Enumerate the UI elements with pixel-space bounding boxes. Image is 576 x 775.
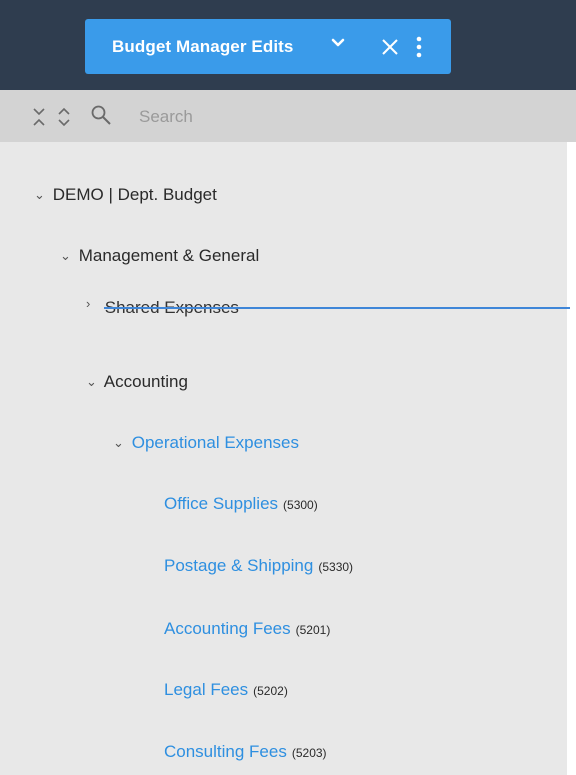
tree-node-accounting[interactable]: ⌄ Accounting bbox=[86, 370, 188, 394]
chevron-down-icon[interactable] bbox=[331, 36, 345, 50]
account-name[interactable]: Office Supplies bbox=[164, 494, 278, 513]
chevron-down-icon[interactable]: ⌄ bbox=[34, 183, 48, 207]
chevron-down-icon[interactable]: ⌄ bbox=[86, 370, 100, 394]
search-input[interactable] bbox=[137, 102, 561, 132]
tree-node-label: DEMO | Dept. Budget bbox=[52, 185, 217, 204]
tree-node-root[interactable]: ⌄ DEMO | Dept. Budget bbox=[34, 183, 217, 207]
account-code: (5300) bbox=[283, 498, 318, 512]
collapse-all-icon[interactable] bbox=[31, 106, 47, 128]
tree-node-label: Accounting bbox=[103, 372, 188, 391]
tree-leaf-legal-fees[interactable]: Legal Fees (5202) bbox=[164, 678, 288, 702]
chevron-right-icon[interactable]: › bbox=[86, 292, 100, 316]
tree-node-operational-expenses[interactable]: ⌄ Operational Expenses bbox=[113, 431, 299, 455]
search-icon[interactable] bbox=[90, 104, 112, 126]
tree-toolbar bbox=[0, 90, 576, 142]
tree-leaf-consulting-fees[interactable]: Consulting Fees (5203) bbox=[164, 740, 327, 764]
expand-all-icon[interactable] bbox=[56, 106, 72, 128]
account-code: (5201) bbox=[295, 623, 331, 637]
account-code: (5203) bbox=[291, 746, 327, 760]
drop-indicator-line bbox=[104, 307, 570, 309]
app-header: Budget Manager Edits bbox=[0, 0, 576, 90]
tree-leaf-postage-shipping[interactable]: Postage & Shipping (5330) bbox=[164, 554, 353, 578]
view-selector[interactable]: Budget Manager Edits bbox=[85, 19, 451, 74]
view-selector-label: Budget Manager Edits bbox=[112, 37, 294, 56]
kebab-menu-icon[interactable] bbox=[414, 35, 424, 59]
chevron-down-icon[interactable]: ⌄ bbox=[60, 244, 74, 268]
tree-scrollbar-track[interactable] bbox=[567, 142, 576, 775]
tree-node-management[interactable]: ⌄ Management & General bbox=[60, 244, 259, 268]
account-name[interactable]: Accounting Fees bbox=[164, 619, 291, 638]
tree-node-label: Management & General bbox=[78, 246, 260, 265]
account-name[interactable]: Postage & Shipping bbox=[164, 556, 313, 575]
close-icon[interactable] bbox=[379, 36, 401, 58]
account-name[interactable]: Legal Fees bbox=[164, 680, 248, 699]
account-code: (5202) bbox=[253, 684, 288, 698]
account-name[interactable]: Consulting Fees bbox=[164, 742, 287, 761]
tree-leaf-accounting-fees[interactable]: Accounting Fees (5201) bbox=[164, 617, 330, 641]
tree-node-label: Operational Expenses bbox=[131, 433, 300, 452]
account-code: (5330) bbox=[318, 560, 354, 574]
chevron-down-icon[interactable]: ⌄ bbox=[113, 431, 127, 455]
tree-leaf-office-supplies[interactable]: Office Supplies (5300) bbox=[164, 492, 318, 516]
